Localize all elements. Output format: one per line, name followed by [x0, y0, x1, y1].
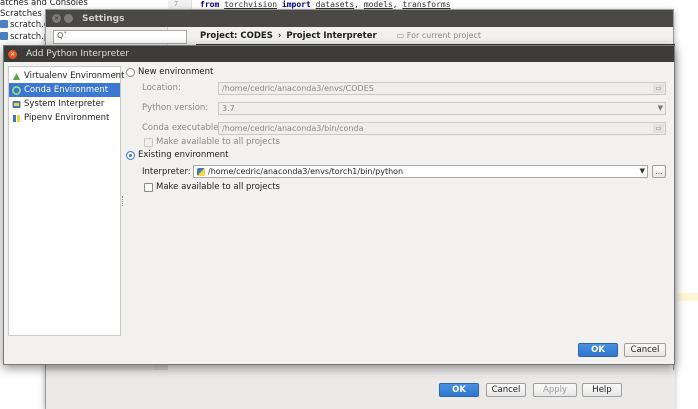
line-number: 7 [174, 0, 179, 8]
chevron-down-icon: ▼ [639, 167, 645, 175]
existing-environment-label: Existing environment [138, 150, 229, 160]
file-icon [0, 32, 8, 40]
conda-executable-field[interactable]: /home/cedric/anaconda3/bin/conda ▭ [218, 122, 666, 135]
add-interpreter-footer: OK Cancel [4, 340, 674, 364]
settings-footer: OK Cancel Apply Help [46, 370, 675, 409]
settings-cancel-button[interactable]: Cancel [486, 383, 526, 397]
browse-interpreter-button[interactable]: ... [652, 165, 666, 178]
for-current-project-label: For current project [406, 31, 481, 40]
code-module: torchvision [224, 0, 278, 9]
folder-icon[interactable]: ▭ [653, 84, 664, 93]
nav-item-virtualenv[interactable]: Virtualenv Environment [9, 69, 124, 83]
file-icon [0, 20, 8, 28]
close-icon[interactable]: ✕ [8, 49, 17, 59]
tree-item-label: Scratches [0, 9, 42, 19]
virtualenv-icon [12, 72, 21, 81]
location-field[interactable]: /home/cedric/anaconda3/envs/CODES ▭ [218, 82, 666, 95]
nav-item-label: Pipenv Environment [24, 113, 110, 123]
tree-item-scratches-consoles[interactable]: atches and Consoles [0, 0, 88, 8]
code-name: models [363, 0, 393, 9]
settings-search-input[interactable]: Qˇ [53, 30, 187, 44]
python-version-value: 3.7 [222, 104, 235, 113]
splitter-handle[interactable] [122, 196, 125, 206]
cancel-button[interactable]: Cancel [624, 343, 666, 357]
nav-item-system-interpreter[interactable]: System Interpreter [9, 97, 120, 111]
chevron-down-icon: ▼ [657, 104, 663, 112]
system-interpreter-icon [12, 100, 21, 109]
folder-icon[interactable]: ▭ [653, 124, 664, 133]
interpreter-label: Interpreter: [142, 167, 191, 177]
add-python-interpreter-dialog: ✕ Add Python Interpreter Virtualenv Envi… [3, 45, 675, 365]
interpreter-value: /home/cedric/anaconda3/envs/torch1/bin/p… [208, 167, 404, 176]
for-current-project: ▭ For current project [396, 31, 481, 40]
environment-type-list: Virtualenv Environment Conda Environment… [8, 66, 124, 336]
new-env-make-available-label: Make available to all projects [156, 137, 280, 147]
settings-title: Settings [82, 13, 125, 24]
conda-executable-label: Conda executable: [142, 123, 222, 133]
close-icon[interactable]: ✕ [52, 14, 61, 23]
settings-ok-button[interactable]: OK [439, 383, 479, 397]
new-env-make-available-checkbox[interactable] [144, 138, 153, 147]
nav-item-conda[interactable]: Conda Environment [9, 83, 120, 97]
existing-env-make-available-label: Make available to all projects [156, 182, 280, 192]
tree-item-label: scratch.p [10, 32, 50, 42]
tree-item-scratch-c[interactable]: scratch.c [0, 20, 49, 30]
editor-code-line[interactable]: from torchvision import datasets, models… [200, 0, 451, 9]
maximize-icon[interactable] [64, 14, 73, 23]
conda-icon [12, 85, 21, 95]
pipenv-icon [12, 114, 21, 123]
tree-item-scratch-p[interactable]: scratch.p [0, 32, 49, 42]
conda-executable-value: /home/cedric/anaconda3/bin/conda [222, 124, 364, 133]
location-label: Location: [142, 83, 181, 93]
editor-highlight [678, 293, 698, 301]
new-environment-radio[interactable] [126, 68, 135, 77]
nav-item-label: Virtualenv Environment [24, 71, 125, 81]
existing-environment-radio[interactable] [126, 151, 135, 160]
python-version-select[interactable]: 3.7 ▼ [218, 102, 666, 115]
add-interpreter-title: Add Python Interpreter [26, 49, 129, 59]
settings-apply-button[interactable]: Apply [533, 383, 577, 397]
code-name: datasets [315, 0, 355, 9]
breadcrumb-separator: › [277, 30, 282, 41]
ok-button[interactable]: OK [578, 343, 618, 357]
tree-item-label: scratch.c [10, 20, 49, 30]
nav-item-label: System Interpreter [24, 99, 105, 109]
settings-titlebar: ✕ Settings [46, 10, 673, 27]
breadcrumb-page: Project Interpreter [286, 30, 377, 41]
python-icon [197, 167, 205, 176]
location-value: /home/cedric/anaconda3/envs/CODES [222, 84, 374, 93]
interpreter-select[interactable]: /home/cedric/anaconda3/envs/torch1/bin/p… [193, 165, 648, 178]
breadcrumb: Project: CODES › Project Interpreter ▭ F… [196, 27, 675, 44]
code-keyword: from [200, 0, 220, 9]
add-interpreter-titlebar: ✕ Add Python Interpreter [4, 46, 674, 62]
code-name: transforms [402, 0, 451, 9]
existing-env-make-available-checkbox[interactable] [144, 183, 153, 192]
nav-item-pipenv[interactable]: Pipenv Environment [9, 111, 120, 125]
code-keyword: import [281, 0, 311, 9]
settings-help-button[interactable]: Help [582, 383, 622, 397]
tree-item-scratches[interactable]: Scratches [0, 9, 42, 19]
python-version-label: Python version: [142, 103, 209, 113]
tree-item-label: atches and Consoles [0, 0, 88, 8]
nav-item-label: Conda Environment [24, 85, 109, 95]
breadcrumb-project: Project: CODES [200, 30, 273, 41]
new-environment-label: New environment [138, 67, 214, 77]
